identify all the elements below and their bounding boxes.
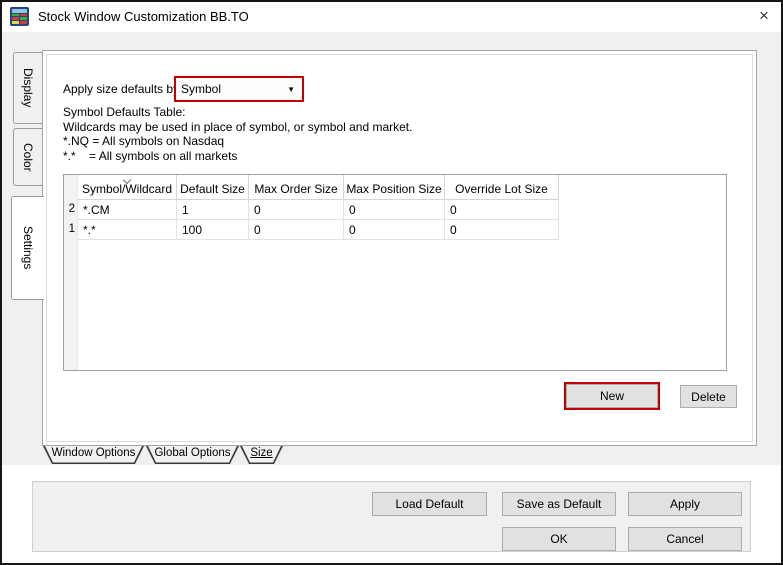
tab-settings-label: Settings [21, 226, 35, 269]
new-button-highlight: New [564, 382, 660, 410]
table-row[interactable]: 2 *.CM 1 0 0 0 [64, 200, 559, 220]
apply-button[interactable]: Apply [628, 492, 742, 516]
window-title: Stock Window Customization BB.TO [38, 9, 249, 24]
info-line-wildcards: Wildcards may be used in place of symbol… [63, 120, 412, 135]
cell-symbol[interactable]: *.* [78, 220, 177, 240]
tab-display-label: Display [21, 68, 35, 107]
ok-button[interactable]: OK [502, 527, 616, 551]
cell-max-order-size[interactable]: 0 [249, 200, 344, 220]
app-icon [10, 7, 29, 26]
cell-default-size[interactable]: 1 [177, 200, 249, 220]
dropdown-value: Symbol [181, 82, 287, 96]
sort-descending-icon[interactable] [123, 177, 130, 184]
cell-override-lot-size[interactable]: 0 [445, 200, 559, 220]
column-header-max-order-size[interactable]: Max Order Size [249, 175, 344, 200]
column-header-override-lot-size[interactable]: Override Lot Size [445, 175, 559, 200]
symbol-defaults-info: Symbol Defaults Table: Wildcards may be … [63, 105, 412, 163]
cell-max-position-size[interactable]: 0 [344, 220, 445, 240]
cell-override-lot-size[interactable]: 0 [445, 220, 559, 240]
chevron-down-icon: ▼ [287, 85, 295, 94]
row-number: 1 [64, 220, 78, 240]
tab-global-options-label: Global Options [146, 446, 239, 464]
cancel-button[interactable]: Cancel [628, 527, 742, 551]
settings-panel: Apply size defaults by: Symbol ▼ Symbol … [42, 50, 757, 446]
delete-button[interactable]: Delete [680, 385, 737, 408]
cell-default-size[interactable]: 100 [177, 220, 249, 240]
cell-max-order-size[interactable]: 0 [249, 220, 344, 240]
tab-window-options[interactable]: Window Options [43, 446, 144, 464]
tab-display[interactable]: Display [13, 52, 42, 124]
apply-size-defaults-dropdown[interactable]: Symbol ▼ [174, 76, 304, 102]
info-line-nasdaq: *.NQ = All symbols on Nasdaq [63, 134, 412, 149]
close-icon[interactable]: × [747, 0, 781, 31]
stock-window-customization-dialog: Stock Window Customization BB.TO × Displ… [0, 0, 783, 565]
column-header-default-size[interactable]: Default Size [177, 175, 249, 200]
symbol-defaults-table[interactable]: Symbol/Wildcard Default Size Max Order S… [63, 174, 727, 371]
new-button[interactable]: New [566, 384, 658, 408]
tab-size[interactable]: Size [240, 446, 283, 464]
tab-color-label: Color [21, 143, 35, 172]
table-row[interactable]: 1 *.* 100 0 0 0 [64, 220, 559, 240]
column-header-max-position-size[interactable]: Max Position Size [344, 175, 445, 200]
title-bar: Stock Window Customization BB.TO × [2, 0, 781, 32]
tab-window-options-label: Window Options [43, 446, 144, 464]
tab-size-label: Size [240, 446, 283, 464]
row-number: 2 [64, 200, 78, 220]
save-as-default-button[interactable]: Save as Default [502, 492, 616, 516]
table-header-row: Symbol/Wildcard Default Size Max Order S… [64, 175, 559, 200]
tab-color[interactable]: Color [13, 128, 42, 186]
load-default-button[interactable]: Load Default [372, 492, 487, 516]
tab-global-options[interactable]: Global Options [146, 446, 239, 464]
info-line-all-markets: *.* = All symbols on all markets [63, 149, 412, 164]
info-line-title: Symbol Defaults Table: [63, 105, 412, 120]
cell-max-position-size[interactable]: 0 [344, 200, 445, 220]
tab-settings[interactable]: Settings [11, 196, 44, 300]
apply-size-defaults-label: Apply size defaults by: [63, 76, 182, 102]
cell-symbol[interactable]: *.CM [78, 200, 177, 220]
